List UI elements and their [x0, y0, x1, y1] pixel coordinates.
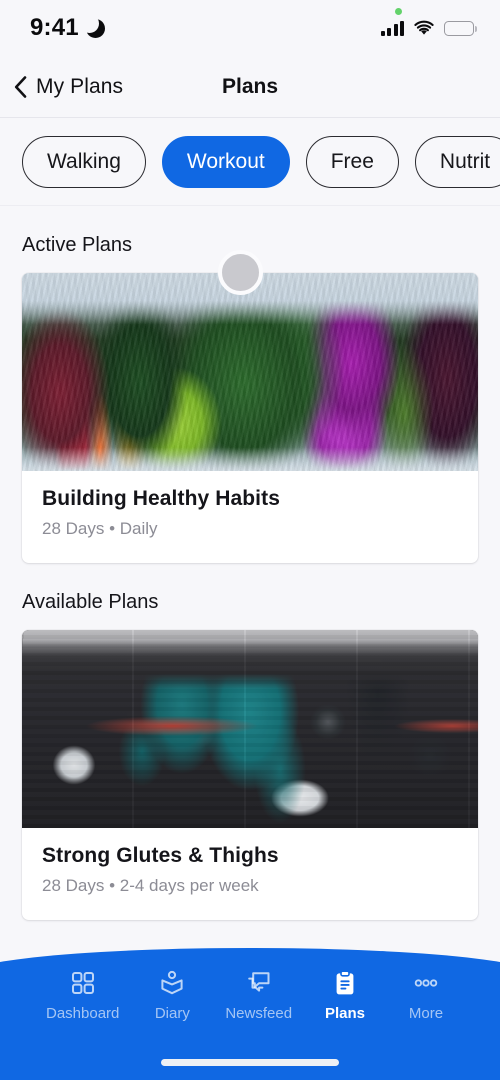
- nav-item-plans[interactable]: Plans: [317, 970, 373, 1022]
- app-screen: 9:41 My Plans Plans Walking Workout Free…: [0, 0, 500, 1080]
- plan-card-body: Strong Glutes & Thighs 28 Days • 2-4 day…: [22, 828, 478, 920]
- back-button-label: My Plans: [36, 74, 124, 98]
- plan-card-title: Strong Glutes & Thighs: [42, 844, 279, 867]
- battery-full-icon: [444, 20, 478, 36]
- open-book-icon: [159, 970, 185, 996]
- filter-chip-nutrition[interactable]: Nutrit: [414, 135, 500, 188]
- filter-chip-walking[interactable]: Walking: [22, 135, 146, 188]
- nav-label-newsfeed: Newsfeed: [225, 1005, 293, 1022]
- plan-card-photo: [22, 273, 478, 471]
- filter-chip-workout[interactable]: Workout: [161, 135, 290, 188]
- wifi-icon: [413, 20, 435, 36]
- nav-item-dashboard[interactable]: Dashboard: [46, 970, 119, 1022]
- status-bar: 9:41: [0, 0, 500, 56]
- bottom-navigation-bar: Dashboard Diary Newsfeed Plans More: [0, 948, 500, 1080]
- status-bar-time: 9:41: [30, 14, 79, 41]
- plan-card-meta: 28 Days • Daily: [42, 519, 158, 538]
- chat-bubbles-icon: [246, 970, 272, 996]
- filter-chip-free[interactable]: Free: [305, 135, 399, 188]
- leafy-greens-photo: [22, 273, 478, 471]
- loading-spinner-circle: [218, 250, 263, 295]
- nav-label-more: More: [408, 1005, 444, 1022]
- clipboard-icon: [332, 970, 358, 996]
- moon-icon: [79, 13, 105, 38]
- nav-label-diary: Diary: [154, 1005, 190, 1022]
- home-indicator-bar[interactable]: [161, 1059, 339, 1066]
- chevron-left-icon: [14, 75, 27, 98]
- status-bar-right: [380, 8, 478, 36]
- ellipsis-icon: [413, 970, 439, 996]
- plan-card-photo: [22, 630, 478, 828]
- cellular-signal-icon: [380, 20, 404, 36]
- status-bar-left: 9:41: [30, 13, 105, 42]
- nav-label-plans: Plans: [324, 1005, 366, 1022]
- recording-indicator-dot: [394, 8, 402, 15]
- kettlebell-workout-photo: [22, 630, 478, 828]
- back-button[interactable]: My Plans: [0, 75, 123, 99]
- nav-label-dashboard: Dashboard: [46, 1005, 120, 1022]
- plan-card-building-healthy-habits[interactable]: Building Healthy Habits 28 Days • Daily: [22, 273, 478, 563]
- filter-chip-row[interactable]: Walking Workout Free Nutrit: [0, 118, 500, 206]
- plan-card-meta: 28 Days • 2-4 days per week: [42, 876, 259, 895]
- nav-item-more[interactable]: More: [398, 970, 454, 1022]
- plan-card-body: Building Healthy Habits 28 Days • Daily: [22, 471, 478, 563]
- nav-header: My Plans Plans: [0, 56, 500, 118]
- plan-card-title: Building Healthy Habits: [42, 487, 280, 510]
- plan-card-strong-glutes-thighs[interactable]: Strong Glutes & Thighs 28 Days • 2-4 day…: [22, 630, 478, 920]
- nav-item-newsfeed[interactable]: Newsfeed: [225, 970, 292, 1022]
- grid-icon: [70, 970, 96, 996]
- nav-item-diary[interactable]: Diary: [144, 970, 200, 1022]
- available-plans-heading: Available Plans: [22, 591, 159, 613]
